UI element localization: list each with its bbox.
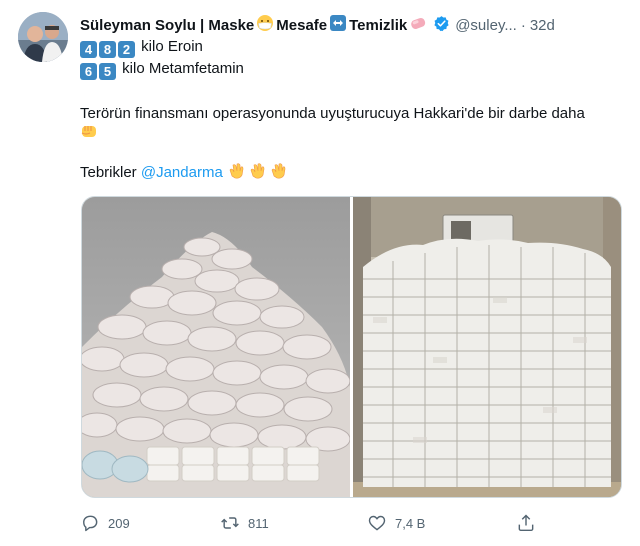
author-handle[interactable]: @suley... [455, 17, 517, 34]
tweet-body-text: Terörün finansmanı operasyonunda uyuştur… [80, 105, 585, 122]
share-button[interactable] [516, 513, 536, 533]
mask-emoji-icon [256, 14, 274, 36]
verified-badge-icon [433, 15, 450, 36]
photo-heroin-sacks[interactable] [82, 197, 351, 497]
keycap-digit: 4 [80, 41, 97, 58]
oncoming-fist-emoji-icon [80, 126, 98, 144]
header-separator: · [520, 16, 526, 34]
keycap-digit: 8 [99, 41, 116, 58]
retweet-button[interactable]: 811 [220, 513, 269, 533]
like-button[interactable]: 7,4 B [367, 513, 425, 533]
clapping-hands-emoji-icon [249, 162, 269, 186]
tweet-congrats-line: Tebrikler @Jandarma [80, 162, 290, 186]
tweet-text-line-meth: 65 kilo Metamfetamin [80, 59, 244, 80]
keycap-digit: 6 [80, 63, 97, 80]
author-name-part-mesafe[interactable]: Mesafe [276, 17, 327, 34]
author-name[interactable]: Süleyman Soylu | Maske [80, 17, 254, 34]
avatar-image [18, 12, 68, 62]
reply-button[interactable]: 209 [80, 513, 130, 533]
retweet-count: 811 [248, 515, 269, 531]
keycap-digit: 2 [118, 41, 135, 58]
like-count: 7,4 B [395, 515, 426, 531]
clapping-hands-emoji-icon [228, 162, 248, 186]
author-avatar[interactable] [18, 12, 68, 62]
congrats-text: Tebrikler [80, 164, 137, 181]
photo-meth-packages[interactable] [353, 197, 621, 497]
heart-icon [368, 515, 386, 531]
tweet-punch-line [80, 122, 98, 146]
left-right-arrow-emoji-icon [329, 14, 347, 36]
author-name-part-temizlik[interactable]: Temizlik [349, 17, 407, 34]
reply-icon [83, 515, 98, 532]
share-icon [518, 514, 534, 532]
meth-text: kilo Metamfetamin [122, 60, 244, 77]
tweet-header: Süleyman Soylu | Maske Mesafe Temizlik @… [80, 14, 630, 36]
clapping-hands-emoji-icon [270, 162, 290, 186]
mention-link[interactable]: @Jandarma [141, 164, 223, 181]
reply-count: 209 [108, 515, 130, 531]
tweet-text-line-heroin: 482 kilo Eroin [80, 37, 203, 58]
retweet-icon [221, 517, 239, 529]
tweet-media [81, 196, 622, 498]
tweet-actions: 209 811 7,4 B [80, 512, 540, 534]
soap-emoji-icon [409, 14, 427, 36]
heroin-text: kilo Eroin [141, 38, 203, 55]
tweet-timestamp[interactable]: 32d [530, 17, 555, 34]
keycap-digit: 5 [99, 63, 116, 80]
